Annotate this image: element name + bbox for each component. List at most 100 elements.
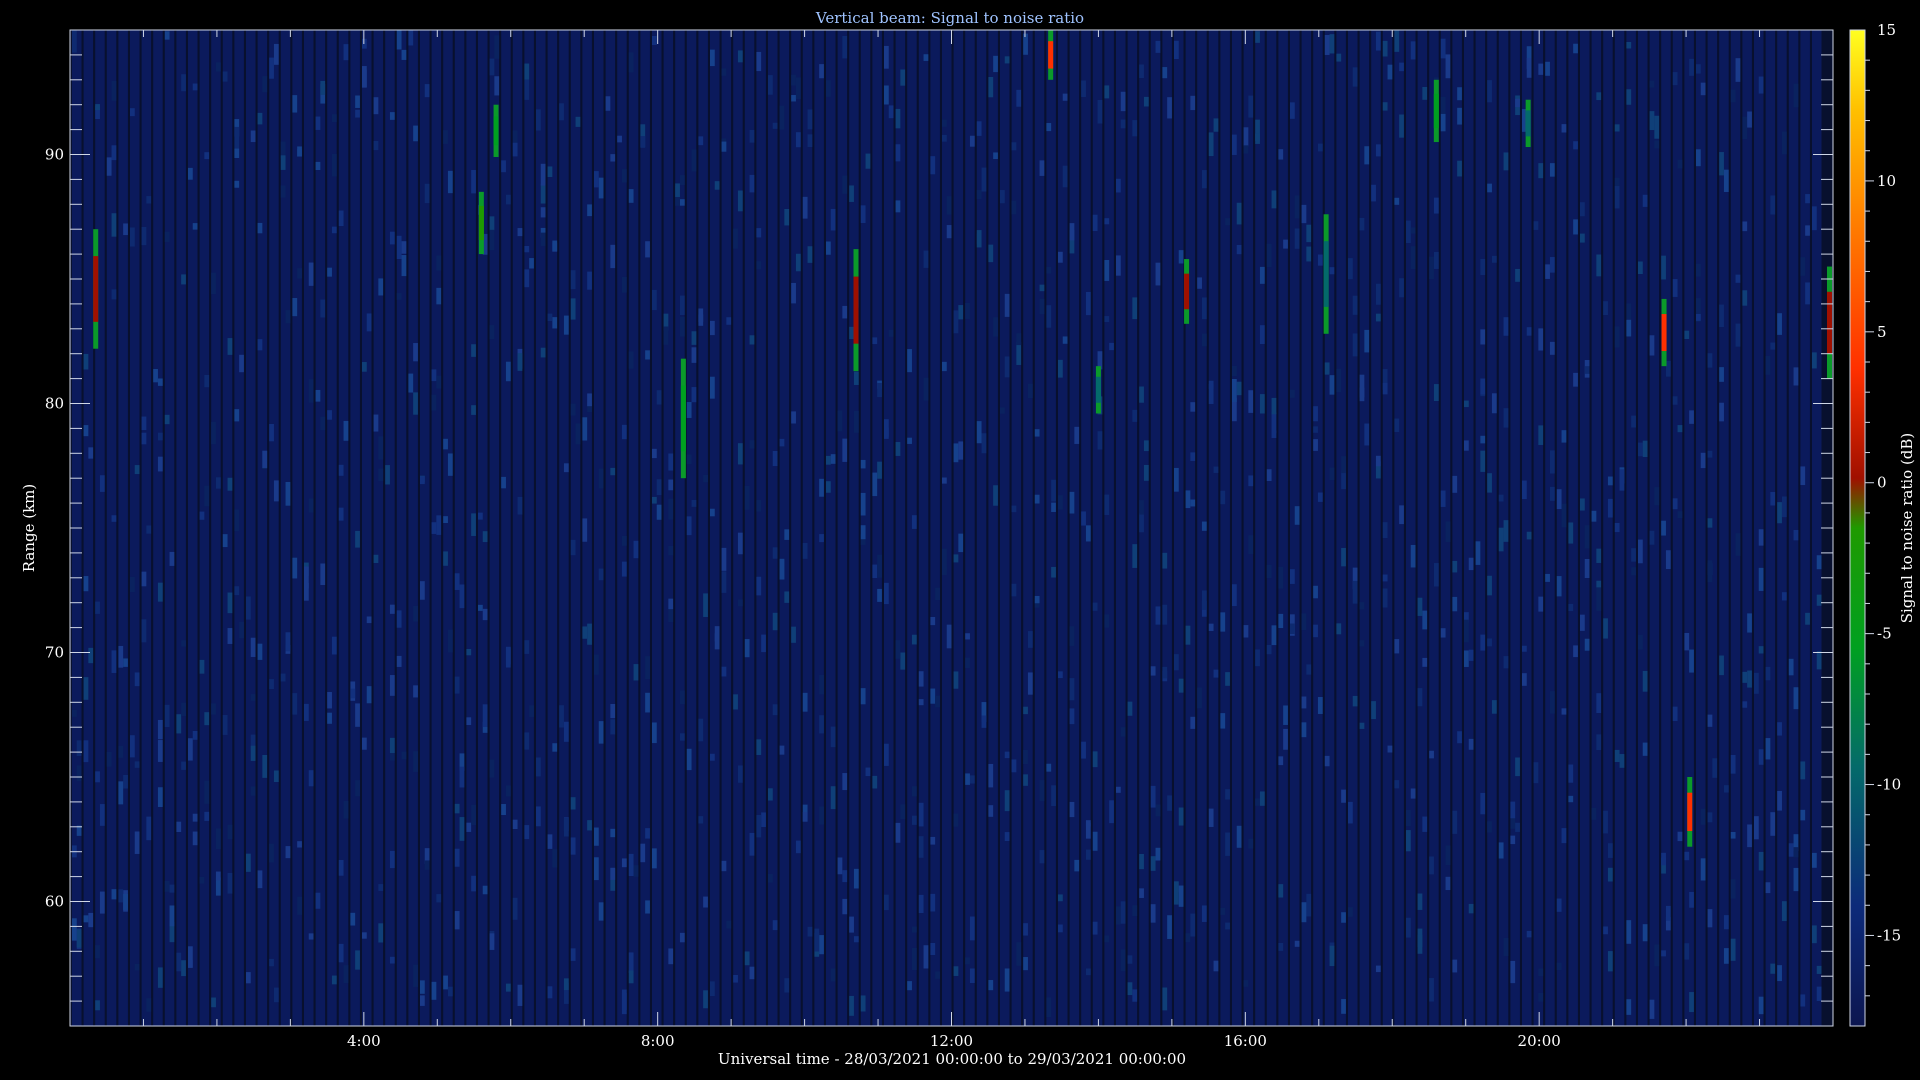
noise-cell (1243, 625, 1249, 638)
noise-cell (1631, 548, 1636, 562)
noise-cell (1649, 999, 1655, 1019)
noise-cell (338, 210, 344, 227)
noise-cell (1062, 165, 1068, 188)
noise-cell (1730, 754, 1736, 774)
x-tick-label: 4:00 (347, 1032, 381, 1050)
noise-cell (563, 315, 569, 335)
noise-cell (199, 511, 205, 520)
noise-cell (130, 108, 135, 117)
noise-cell (420, 581, 425, 600)
noise-cell (686, 516, 692, 536)
noise-cell (308, 262, 314, 286)
noise-cell (350, 688, 356, 699)
noise-cell (791, 95, 796, 102)
noise-cell (668, 479, 674, 491)
noise-cell (1046, 305, 1052, 328)
noise-cell (1092, 214, 1098, 231)
noise-cell (1429, 750, 1434, 759)
noise-cell (1301, 613, 1307, 631)
noise-cell (1352, 333, 1358, 357)
noise-cell (1058, 924, 1063, 933)
noise-cell (529, 258, 534, 269)
noise-cell (691, 499, 697, 507)
colorbar-label: Signal to noise ratio (dB) (1898, 433, 1916, 624)
noise-cell (1132, 120, 1138, 137)
noise-cell (598, 177, 604, 199)
noise-cell (860, 205, 866, 224)
noise-cell (1178, 885, 1184, 907)
noise-cell (1591, 807, 1597, 820)
noise-cell (976, 190, 982, 200)
noise-cell (1313, 624, 1318, 638)
noise-cell (1097, 431, 1103, 450)
noise-cell (181, 640, 186, 647)
noise-cell (1510, 960, 1516, 984)
noise-cell (1568, 795, 1574, 803)
noise-cell (1011, 759, 1017, 773)
noise-cell (262, 450, 268, 468)
noise-cell (1306, 893, 1312, 917)
noise-cell (1259, 325, 1265, 344)
noise-cell (918, 671, 924, 687)
noise-column (1626, 30, 1636, 1026)
noise-cell (761, 634, 766, 653)
noise-cell (118, 889, 124, 903)
noise-cell (157, 582, 163, 602)
noise-cell (1596, 693, 1602, 714)
noise-cell (1375, 283, 1381, 305)
noise-cell (1526, 531, 1532, 540)
noise-cell (250, 637, 256, 657)
noise-cell (1487, 80, 1492, 103)
noise-cell (1584, 558, 1590, 579)
noise-cell (501, 804, 506, 816)
noise-cell (338, 464, 344, 476)
noise-cell (953, 966, 959, 976)
noise-cell (1754, 816, 1759, 840)
noise-cell (1394, 30, 1400, 52)
noise-column (1208, 30, 1219, 1026)
noise-cell (385, 465, 390, 485)
noise-cell (830, 786, 836, 810)
noise-cell (1371, 184, 1376, 202)
noise-cell (431, 394, 437, 411)
noise-cell (111, 650, 117, 673)
noise-cell (668, 453, 674, 471)
noise-column (1684, 30, 1694, 1026)
noise-cell (1538, 63, 1544, 75)
noise-cell (830, 454, 836, 464)
noise-column (1406, 30, 1416, 1026)
noise-cell (1684, 330, 1690, 340)
noise-cell (884, 582, 889, 605)
noise-column (1475, 30, 1486, 1026)
noise-cell (443, 438, 448, 450)
noise-cell (1201, 333, 1207, 347)
noise-cell (1406, 917, 1411, 938)
noise-cell (1004, 790, 1010, 812)
noise-cell (1016, 942, 1022, 966)
noise-cell (1452, 810, 1458, 834)
noise-cell (1684, 943, 1690, 960)
noise-cell (1278, 942, 1284, 951)
noise-cell (123, 774, 128, 789)
noise-cell (1283, 728, 1288, 750)
noise-cell (1120, 727, 1126, 737)
noise-cell (1487, 638, 1492, 647)
noise-cell (877, 554, 882, 578)
noise-cell (1770, 963, 1776, 974)
noise-cell (459, 766, 465, 788)
noise-cell (413, 392, 418, 415)
noise-cell (1452, 596, 1458, 612)
noise-cell (1440, 490, 1446, 507)
noise-cell (1341, 547, 1346, 567)
noise-column (1707, 30, 1718, 1026)
noise-cell (1127, 701, 1133, 716)
noise-cell (652, 35, 657, 45)
noise-cell (1143, 96, 1149, 107)
noise-cell (1480, 450, 1486, 472)
noise-cell (327, 712, 332, 724)
noise-cell (1290, 623, 1295, 634)
noise-column (1649, 30, 1660, 1026)
noise-column (315, 30, 326, 1026)
noise-cell (471, 344, 476, 357)
noise-cell (1132, 297, 1138, 320)
